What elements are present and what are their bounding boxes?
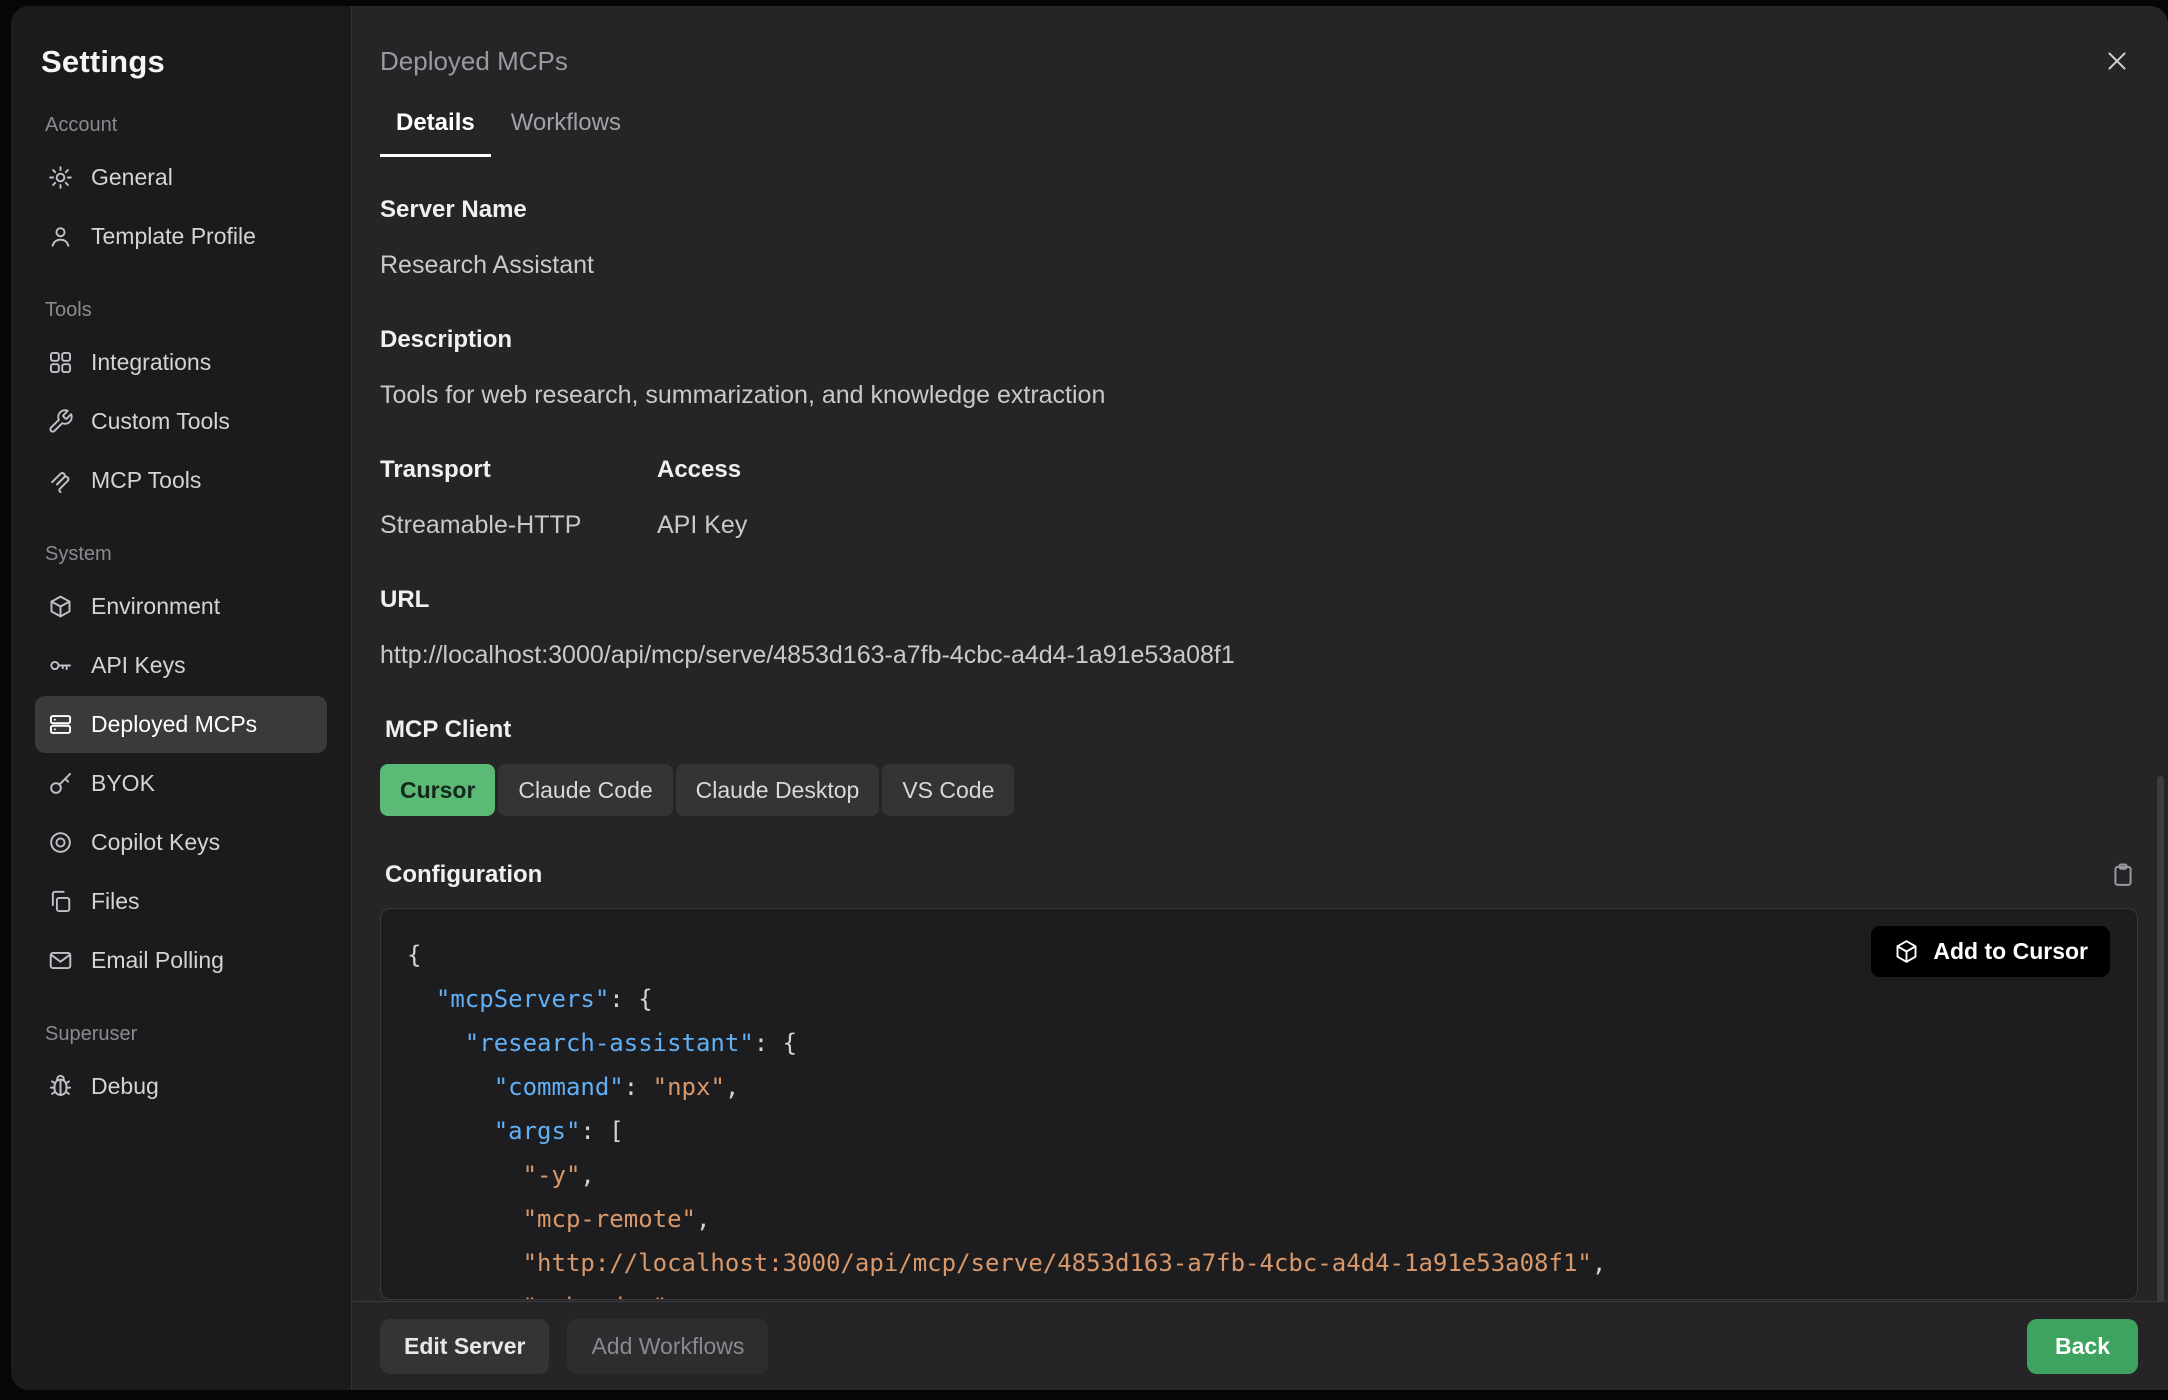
transport-access-row: Transport Streamable-HTTP Access API Key (380, 455, 2138, 585)
code-line: "args": [ (407, 1109, 2111, 1153)
sidebar-item-debug[interactable]: Debug (35, 1058, 327, 1115)
add-workflows-button[interactable]: Add Workflows (567, 1319, 768, 1374)
description-label: Description (380, 325, 2138, 354)
sidebar-nav: Account General Template Profile Tools Integ… (35, 114, 327, 1115)
tab-details[interactable]: Details (380, 108, 491, 157)
copy-config-button[interactable] (2108, 860, 2138, 890)
main-panel: Deployed MCPs DetailsWorkflows Server Na… (353, 6, 2168, 1390)
wrench-icon (47, 408, 74, 435)
sidebar-item-label: Copilot Keys (91, 829, 220, 856)
server-name-value: Research Assistant (380, 250, 2138, 281)
settings-modal: Settings Account General Template Profile T… (11, 6, 2168, 1390)
url-label: URL (380, 585, 2138, 614)
sidebar-item-label: Environment (91, 593, 220, 620)
description-value: Tools for web research, summarization, a… (380, 380, 2138, 411)
settings-title: Settings (41, 44, 321, 80)
close-button[interactable] (2100, 44, 2134, 78)
target-icon (47, 829, 74, 856)
sidebar-item-label: Custom Tools (91, 408, 230, 435)
scrollbar-thumb[interactable] (2157, 776, 2164, 1366)
bug-icon (47, 1073, 74, 1100)
access-label: Access (657, 455, 747, 484)
sidebar-item-label: BYOK (91, 770, 155, 797)
client-chip-claude-desktop[interactable]: Claude Desktop (676, 764, 880, 816)
config-code-block: { "mcpServers": { "research-assistant": … (380, 908, 2138, 1300)
code-line: "command": "npx", (407, 1065, 2111, 1109)
sidebar-item-label: General (91, 164, 173, 191)
sidebar-item-deployed-mcps[interactable]: Deployed MCPs (35, 696, 327, 753)
sidebar-item-label: Files (91, 888, 140, 915)
server-name-label: Server Name (380, 195, 2138, 224)
back-button[interactable]: Back (2027, 1319, 2138, 1374)
mcp-icon (47, 467, 74, 494)
code-line: "mcpServers": { (407, 977, 2111, 1021)
code-line: "-y", (407, 1153, 2111, 1197)
sidebar-item-integrations[interactable]: Integrations (35, 334, 327, 391)
files-icon (47, 888, 74, 915)
transport-value: Streamable-HTTP (380, 510, 657, 541)
sidebar-section-account: Account (45, 114, 317, 137)
sidebar-item-files[interactable]: Files (35, 873, 327, 930)
client-chip-claude-code[interactable]: Claude Code (498, 764, 672, 816)
grid-icon (47, 349, 74, 376)
sidebar-item-general[interactable]: General (35, 149, 327, 206)
code-line: "http://localhost:3000/api/mcp/serve/485… (407, 1241, 2111, 1285)
code-line: "--header" (407, 1285, 2111, 1300)
sidebar-section-tools: Tools (45, 299, 317, 322)
cursor-cube-icon (1893, 938, 1920, 965)
add-to-cursor-button[interactable]: Add to Cursor (1870, 925, 2111, 978)
configuration-row: Configuration (385, 860, 2138, 890)
sidebar-item-label: Deployed MCPs (91, 711, 257, 738)
code-line: { (407, 933, 2111, 977)
sidebar-item-label: Debug (91, 1073, 159, 1100)
mail-icon (47, 947, 74, 974)
client-chip-vs-code[interactable]: VS Code (882, 764, 1014, 816)
panel-header: Deployed MCPs (353, 6, 2168, 78)
sidebar-item-api-keys[interactable]: API Keys (35, 637, 327, 694)
sidebar-item-label: MCP Tools (91, 467, 201, 494)
sidebar-item-template-profile[interactable]: Template Profile (35, 208, 327, 265)
access-value: API Key (657, 510, 747, 541)
mcp-client-label: MCP Client (385, 715, 2138, 744)
details-content: Server Name Research Assistant Descripti… (353, 157, 2168, 1300)
tab-workflows[interactable]: Workflows (495, 108, 637, 157)
sidebar-item-label: Email Polling (91, 947, 224, 974)
mcp-client-options: CursorClaude CodeClaude DesktopVS Code (380, 764, 2138, 816)
transport-label: Transport (380, 455, 657, 484)
key-diagonal-icon (47, 770, 74, 797)
sidebar-item-copilot-keys[interactable]: Copilot Keys (35, 814, 327, 871)
sidebar-section-system: System (45, 543, 317, 566)
server-stack-icon (47, 711, 74, 738)
box-icon (47, 593, 74, 620)
client-chip-cursor[interactable]: Cursor (380, 764, 495, 816)
url-value: http://localhost:3000/api/mcp/serve/4853… (380, 640, 2138, 671)
gear-icon (47, 164, 74, 191)
sidebar-item-mcp-tools[interactable]: MCP Tools (35, 452, 327, 509)
sidebar-item-byok[interactable]: BYOK (35, 755, 327, 812)
sidebar-item-environment[interactable]: Environment (35, 578, 327, 635)
sidebar-item-email-polling[interactable]: Email Polling (35, 932, 327, 989)
code-line: "research-assistant": { (407, 1021, 2111, 1065)
sidebar: Settings Account General Template Profile T… (11, 6, 352, 1390)
key-icon (47, 652, 74, 679)
edit-server-button[interactable]: Edit Server (380, 1319, 549, 1374)
sidebar-item-label: Integrations (91, 349, 211, 376)
sidebar-item-label: API Keys (91, 652, 186, 679)
code-line: "mcp-remote", (407, 1197, 2111, 1241)
sidebar-item-custom-tools[interactable]: Custom Tools (35, 393, 327, 450)
page-title: Deployed MCPs (380, 44, 568, 78)
footer-bar: Edit Server Add Workflows Back (353, 1301, 2168, 1390)
sidebar-item-label: Template Profile (91, 223, 256, 250)
person-icon (47, 223, 74, 250)
add-to-cursor-label: Add to Cursor (1933, 938, 2088, 965)
tab-bar: DetailsWorkflows (380, 108, 2168, 157)
configuration-label: Configuration (385, 860, 542, 890)
sidebar-section-superuser: Superuser (45, 1023, 317, 1046)
